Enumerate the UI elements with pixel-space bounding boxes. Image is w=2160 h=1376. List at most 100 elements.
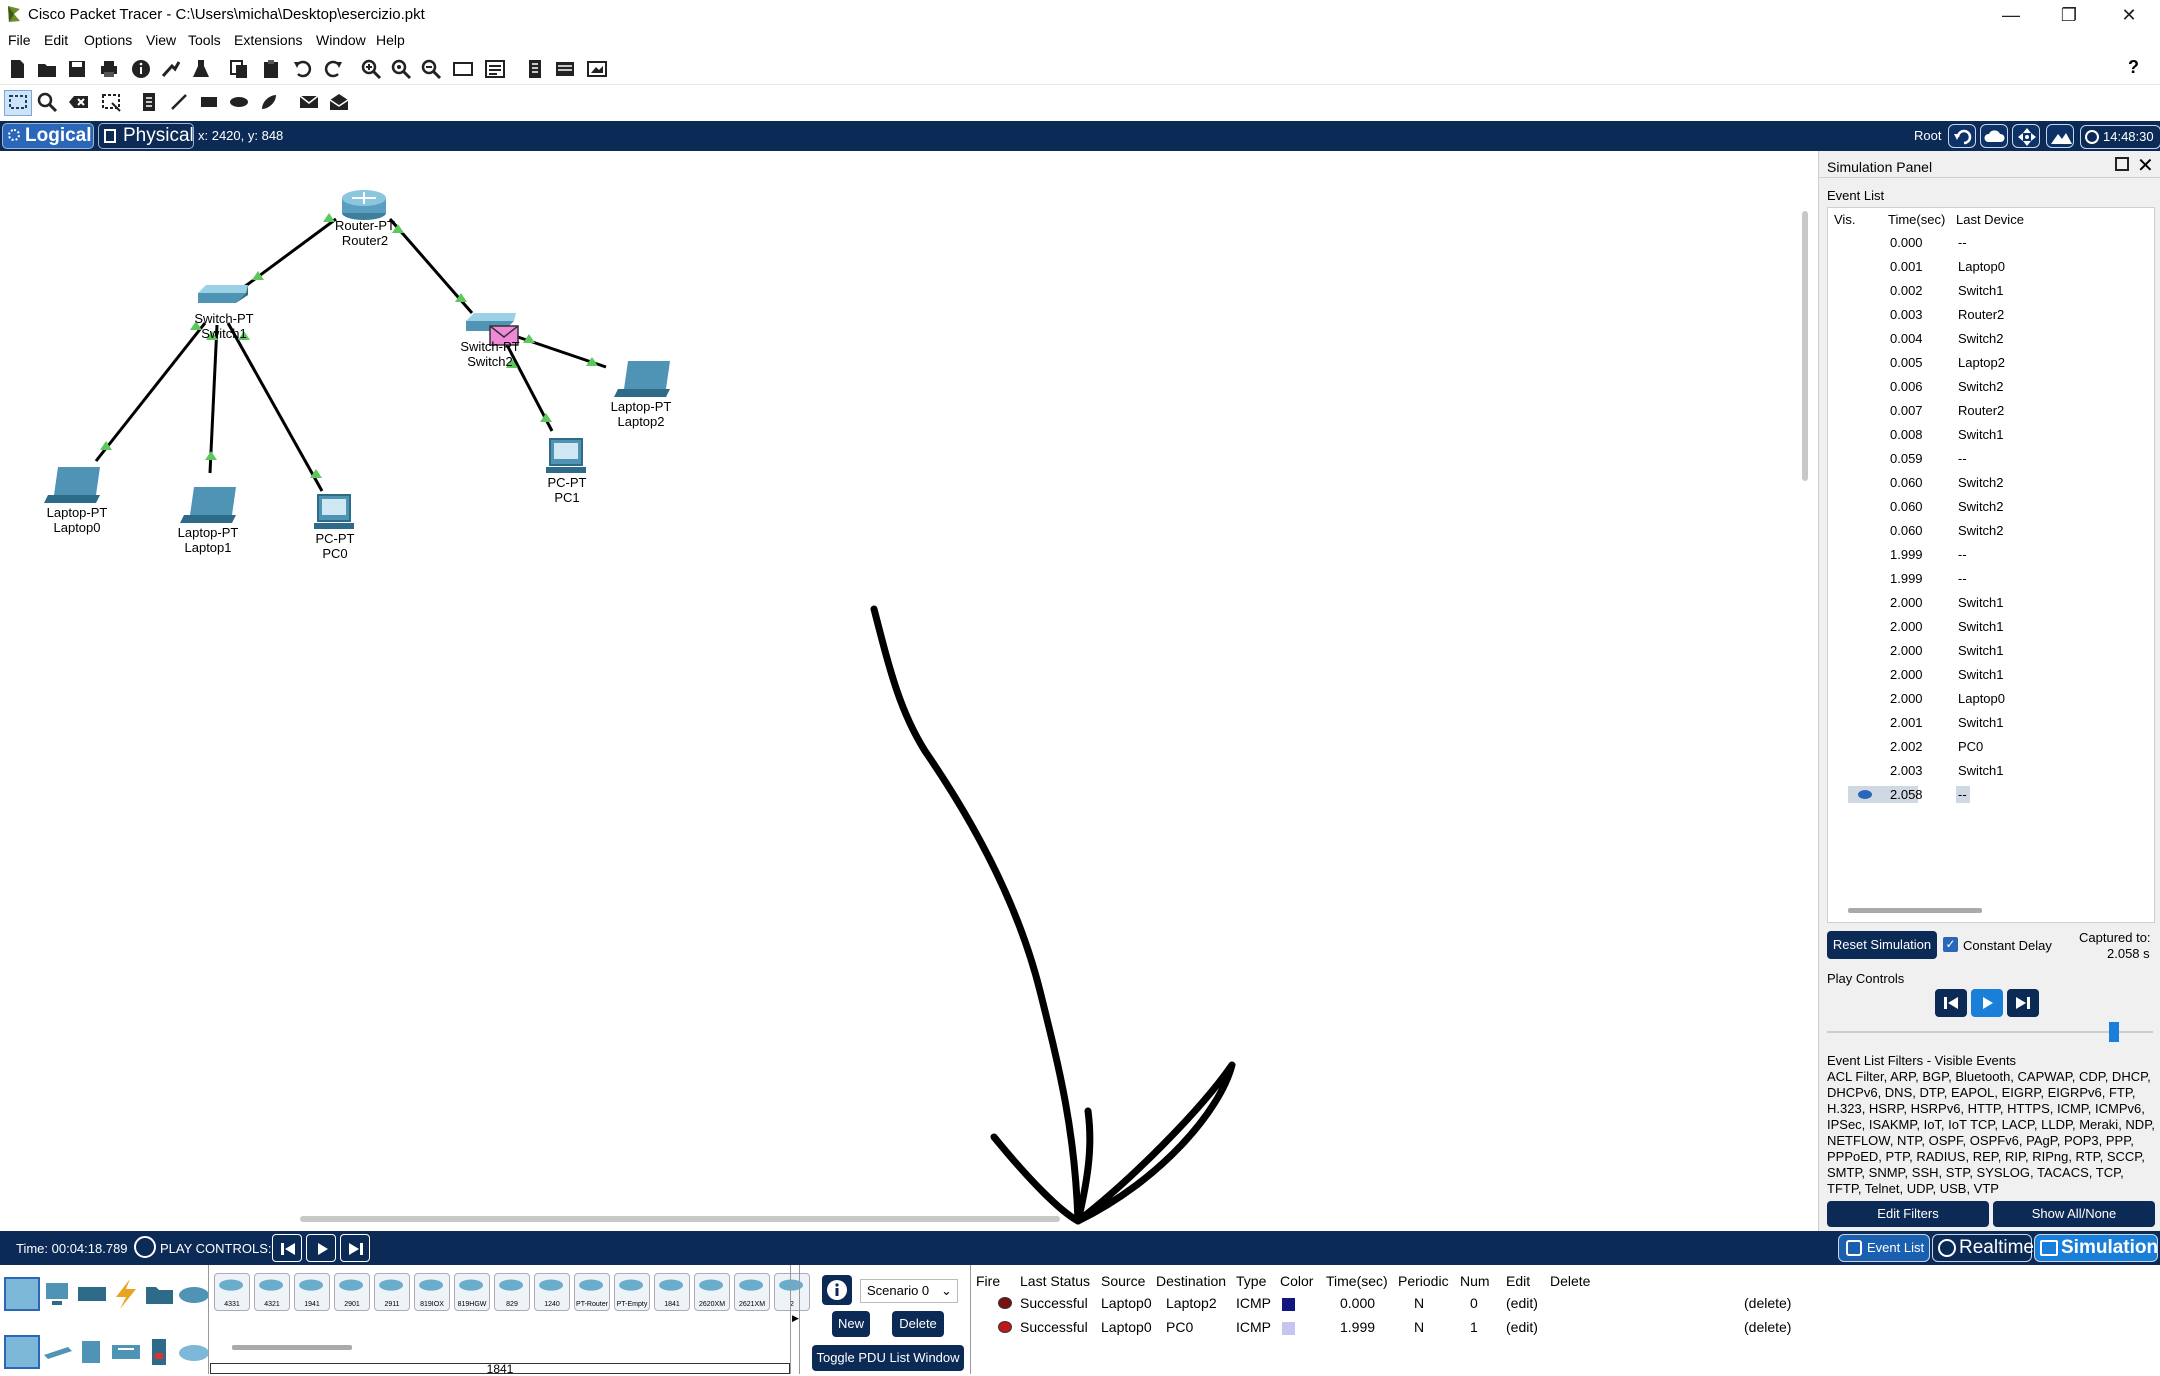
- screenshot-icon[interactable]: [586, 58, 608, 80]
- event-row[interactable]: 0.008 Switch1: [1828, 422, 2154, 446]
- device-model-item[interactable]: 1841: [654, 1273, 690, 1311]
- workspace-vertical-scrollbar[interactable]: [1797, 151, 1813, 1231]
- viewport-icon[interactable]: [554, 58, 576, 80]
- close-button[interactable]: ✕: [2104, 2, 2154, 28]
- laptop1-device[interactable]: [180, 487, 236, 523]
- drawing-palette-icon[interactable]: [452, 58, 474, 80]
- device-model-item[interactable]: 2901: [334, 1273, 370, 1311]
- maximize-button[interactable]: ❐: [2044, 2, 2094, 28]
- event-row[interactable]: 0.000 --: [1828, 230, 2154, 254]
- device-model-item[interactable]: 2911: [374, 1273, 410, 1311]
- menu-file[interactable]: File: [8, 32, 31, 48]
- event-row[interactable]: 1.999 --: [1828, 566, 2154, 590]
- event-row[interactable]: 2.003 Switch1: [1828, 758, 2154, 782]
- play-speed-slider[interactable]: [2109, 1022, 2119, 1042]
- cluster-icon[interactable]: [524, 58, 546, 80]
- laptop2-device[interactable]: [614, 361, 670, 397]
- scenario-select[interactable]: Scenario 0 ⌄: [860, 1279, 958, 1303]
- event-row[interactable]: 0.003 Router2: [1828, 302, 2154, 326]
- reset-simulation-button[interactable]: Reset Simulation: [1827, 931, 1937, 959]
- vertical-scroll-thumb[interactable]: [1802, 211, 1808, 481]
- menu-options[interactable]: Options: [84, 32, 132, 48]
- play-button[interactable]: [1971, 989, 2003, 1017]
- menu-extensions[interactable]: Extensions: [234, 32, 302, 48]
- custom-devices-icon[interactable]: [484, 58, 506, 80]
- save-icon[interactable]: [66, 58, 88, 80]
- event-row[interactable]: 0.005 Laptop2: [1828, 350, 2154, 374]
- device-model-item[interactable]: 1941: [294, 1273, 330, 1311]
- time-play-button[interactable]: [306, 1234, 336, 1262]
- pc1-device[interactable]: [546, 438, 586, 473]
- draw-ellipse-icon[interactable]: [228, 91, 250, 113]
- components-category-icon[interactable]: [74, 1277, 110, 1311]
- event-row[interactable]: 2.001 Switch1: [1828, 710, 2154, 734]
- menu-window[interactable]: Window: [316, 32, 366, 48]
- event-row[interactable]: 0.002 Switch1: [1828, 278, 2154, 302]
- scenario-info-button[interactable]: [822, 1275, 852, 1305]
- zoom-reset-icon[interactable]: [390, 58, 412, 80]
- end-devices-category-icon[interactable]: [40, 1277, 76, 1311]
- edit-filters-button[interactable]: Edit Filters: [1827, 1201, 1989, 1227]
- fire-indicator-icon[interactable]: [998, 1297, 1012, 1309]
- event-row[interactable]: 2.000 Switch1: [1828, 662, 2154, 686]
- activity-wizard-icon[interactable]: [190, 58, 212, 80]
- wan-emulation-subcategory-icon[interactable]: [176, 1335, 212, 1369]
- select-tool-icon[interactable]: [4, 90, 32, 116]
- fire-indicator-icon[interactable]: [998, 1321, 1012, 1333]
- event-row[interactable]: 0.004 Switch2: [1828, 326, 2154, 350]
- model-list-scrollbar[interactable]: [232, 1345, 352, 1350]
- event-row[interactable]: 0.001 Laptop0: [1828, 254, 2154, 278]
- pdu-delete-link[interactable]: (delete): [1744, 1295, 1791, 1311]
- routers-subcategory-icon[interactable]: [4, 1335, 40, 1369]
- info-icon[interactable]: [130, 58, 152, 80]
- multiuser-category-icon[interactable]: [176, 1277, 212, 1311]
- device-model-item[interactable]: 1240: [534, 1273, 570, 1311]
- help-button[interactable]: ?: [2128, 57, 2139, 78]
- draw-line-icon[interactable]: [168, 91, 190, 113]
- draw-rectangle-icon[interactable]: [198, 91, 220, 113]
- network-devices-category-icon[interactable]: [4, 1277, 40, 1311]
- device-model-item[interactable]: PT-Router: [574, 1273, 610, 1311]
- workspace-horizontal-scrollbar[interactable]: [300, 1216, 1060, 1222]
- pc0-device[interactable]: [314, 494, 354, 529]
- event-row[interactable]: 0.060 Switch2: [1828, 518, 2154, 542]
- resize-shape-icon[interactable]: [100, 91, 122, 113]
- place-note-icon[interactable]: [138, 91, 160, 113]
- device-model-item[interactable]: 2620XM: [694, 1273, 730, 1311]
- constant-delay-checkbox[interactable]: ✓: [1943, 937, 1958, 952]
- switches-subcategory-icon[interactable]: [40, 1335, 76, 1369]
- event-row[interactable]: 0.006 Switch2: [1828, 374, 2154, 398]
- new-scenario-button[interactable]: New: [832, 1311, 870, 1337]
- zoom-in-icon[interactable]: [360, 58, 382, 80]
- freeform-icon[interactable]: [258, 91, 280, 113]
- print-icon[interactable]: [98, 58, 120, 80]
- event-list[interactable]: Vis. Time(sec) Last Device 0.000 -- 0.001 L…: [1827, 207, 2155, 923]
- delete-scenario-button[interactable]: Delete: [892, 1311, 944, 1337]
- device-model-item[interactable]: 4321: [254, 1273, 290, 1311]
- viewport-mountain-icon[interactable]: [2046, 124, 2074, 148]
- menu-help[interactable]: Help: [376, 32, 405, 48]
- play-speed-track[interactable]: [1827, 1031, 2153, 1033]
- security-subcategory-icon[interactable]: [142, 1335, 178, 1369]
- pdu-delete-link[interactable]: (delete): [1744, 1319, 1791, 1335]
- clock-reset-icon[interactable]: [134, 1236, 156, 1258]
- menu-tools[interactable]: Tools: [188, 32, 221, 48]
- move-icon[interactable]: [2012, 124, 2040, 148]
- network-wizard-icon[interactable]: [160, 58, 182, 80]
- router2-device[interactable]: [342, 190, 386, 220]
- pdu-row[interactable]: Successful Laptop0 Laptop2 ICMP 0.000 N 0 (edit…: [970, 1295, 2160, 1317]
- zoom-out-icon[interactable]: [420, 58, 442, 80]
- device-model-item[interactable]: 4331: [214, 1273, 250, 1311]
- wireless-subcategory-icon[interactable]: [108, 1335, 144, 1369]
- laptop0-device[interactable]: [44, 467, 100, 503]
- event-row[interactable]: 2.058 --: [1828, 782, 2154, 806]
- event-row[interactable]: 1.999 --: [1828, 542, 2154, 566]
- pdu-row[interactable]: Successful Laptop0 PC0 ICMP 1.999 N 1 (edit) (de…: [970, 1319, 2160, 1341]
- device-model-item[interactable]: PT-Empty: [614, 1273, 650, 1311]
- delete-tool-icon[interactable]: [68, 91, 90, 113]
- device-model-item[interactable]: 819HGW: [454, 1273, 490, 1311]
- add-complex-pdu-icon[interactable]: [328, 91, 350, 113]
- connections-category-icon[interactable]: [108, 1277, 144, 1311]
- event-list-hscroll[interactable]: [1848, 908, 1982, 913]
- new-file-icon[interactable]: [6, 58, 28, 80]
